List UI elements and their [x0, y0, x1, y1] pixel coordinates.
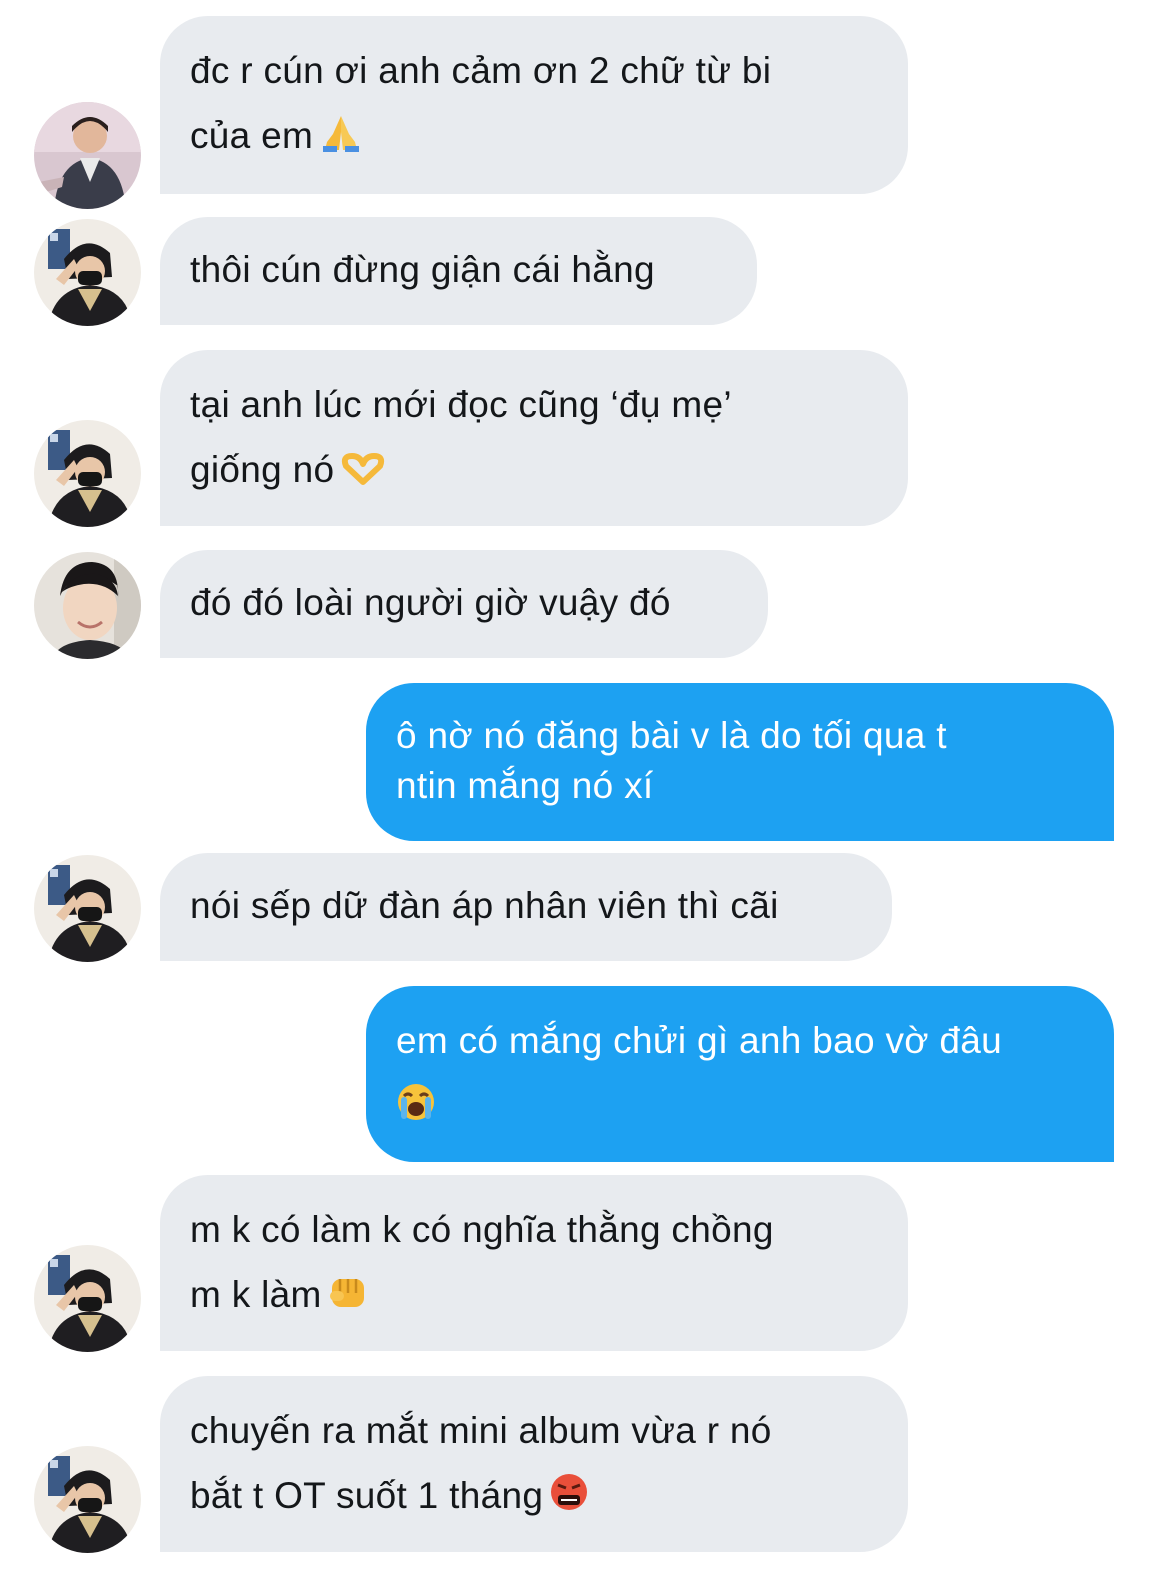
message-text-line: tại anh lúc mới đọc cũng ‘đụ mẹ’ [190, 384, 732, 425]
message-bubble-incoming[interactable]: chuyến ra mắt mini album vừa r nó bắt t … [160, 1376, 908, 1552]
avatar[interactable] [34, 552, 141, 659]
message-text-line-with-emoji: của em [190, 103, 878, 172]
message-row: m k có làm k có nghĩa thằng chồng m k là… [0, 1175, 1170, 1352]
avatar[interactable] [34, 102, 141, 209]
message-bubble-incoming[interactable]: đó đó loài người giờ vuậy đó [160, 550, 768, 658]
avatar-masked-photo-icon [34, 1245, 141, 1352]
message-bubble-incoming[interactable]: m k có làm k có nghĩa thằng chồng m k là… [160, 1175, 908, 1351]
message-row: em có mắng chửi gì anh bao vờ đâu [0, 986, 1170, 1162]
message-text: của em [190, 115, 314, 156]
folded-hands-emoji-icon [319, 107, 363, 172]
message-text-line: ntin mắng nó xí [396, 765, 654, 806]
avatar-masked-photo-icon [34, 219, 141, 326]
avatar-smiling-photo-icon [34, 552, 141, 659]
message-text-line: chuyến ra mắt mini album vừa r nó [190, 1410, 772, 1451]
message-row: thôi cún đừng giận cái hằng [0, 217, 1170, 326]
avatar[interactable] [34, 1245, 141, 1352]
message-emoji-line [396, 1073, 1084, 1142]
message-text-line: m k có làm k có nghĩa thằng chồng [190, 1209, 774, 1250]
message-bubble-incoming[interactable]: đc r cún ơi anh cảm ơn 2 chữ từ bi của e… [160, 16, 908, 194]
message-text-line: thôi cún đừng giận cái hằng [190, 249, 655, 290]
avatar[interactable] [34, 219, 141, 326]
avatar-masked-photo-icon [34, 855, 141, 962]
message-row: tại anh lúc mới đọc cũng ‘đụ mẹ’ giống n… [0, 350, 1170, 527]
message-text-line: ô nờ nó đăng bài v là do tối qua t [396, 715, 947, 756]
message-row: ô nờ nó đăng bài v là do tối qua t ntin … [0, 683, 1170, 841]
message-bubble-incoming[interactable]: nói sếp dữ đàn áp nhân viên thì cãi [160, 853, 892, 961]
avatar-masked-photo-icon [34, 1446, 141, 1553]
message-bubble-incoming[interactable]: thôi cún đừng giận cái hằng [160, 217, 757, 325]
message-text-line-with-emoji: bắt t OT suốt 1 tháng [190, 1463, 878, 1532]
heart-hands-emoji-icon [340, 441, 386, 506]
message-row: chuyến ra mắt mini album vừa r nó bắt t … [0, 1376, 1170, 1553]
avatar-suit-photo-icon [34, 102, 141, 209]
message-text-line: đó đó loài người giờ vuậy đó [190, 582, 671, 623]
oncoming-fist-emoji-icon [328, 1266, 370, 1331]
message-row: đc r cún ơi anh cảm ơn 2 chữ từ bi của e… [0, 16, 1170, 209]
message-row: nói sếp dữ đàn áp nhân viên thì cãi [0, 853, 1170, 962]
message-text-line: đc r cún ơi anh cảm ơn 2 chữ từ bi [190, 50, 772, 91]
message-bubble-outgoing[interactable]: em có mắng chửi gì anh bao vờ đâu [366, 986, 1114, 1162]
avatar[interactable] [34, 420, 141, 527]
loudly-crying-face-emoji-icon [396, 1077, 436, 1142]
avatar[interactable] [34, 1446, 141, 1553]
avatar[interactable] [34, 855, 141, 962]
message-text-line-with-emoji: m k làm [190, 1262, 878, 1331]
message-text: bắt t OT suốt 1 tháng [190, 1475, 544, 1516]
message-bubble-incoming[interactable]: tại anh lúc mới đọc cũng ‘đụ mẹ’ giống n… [160, 350, 908, 526]
avatar-masked-photo-icon [34, 420, 141, 527]
message-text: m k làm [190, 1274, 322, 1315]
message-text-line: nói sếp dữ đàn áp nhân viên thì cãi [190, 885, 779, 926]
message-bubble-outgoing[interactable]: ô nờ nó đăng bài v là do tối qua t ntin … [366, 683, 1114, 841]
face-with-symbols-on-mouth-emoji-icon [549, 1467, 589, 1532]
message-text: giống nó [190, 449, 335, 490]
message-text-line-with-emoji: giống nó [190, 437, 878, 506]
message-row: đó đó loài người giờ vuậy đó [0, 550, 1170, 659]
message-text-line: em có mắng chửi gì anh bao vờ đâu [396, 1020, 1003, 1061]
